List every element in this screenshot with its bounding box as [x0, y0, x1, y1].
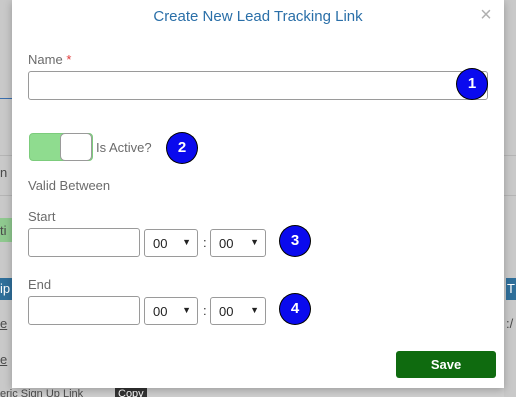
- background-copy-button: Copy: [115, 388, 147, 397]
- start-minute-value: 00: [219, 236, 234, 251]
- annotation-badge-4: 4: [280, 294, 310, 324]
- name-label: Name *: [28, 52, 71, 67]
- background-left-strip: [0, 0, 12, 397]
- create-lead-link-modal: Create New Lead Tracking Link × Name * 1…: [12, 0, 504, 388]
- background-text: T: [507, 281, 515, 296]
- close-icon[interactable]: ×: [477, 5, 495, 25]
- background-text: ti: [0, 223, 7, 238]
- start-hour-value: 00: [153, 236, 168, 251]
- start-minute-select[interactable]: 00 ▼: [210, 229, 266, 257]
- valid-between-label: Valid Between: [28, 178, 111, 193]
- background-row-line: [504, 195, 516, 196]
- background-link: e: [0, 316, 8, 331]
- background-row-line: [504, 155, 516, 156]
- end-date-input[interactable]: [28, 296, 140, 325]
- modal-title: Create New Lead Tracking Link: [153, 8, 363, 25]
- start-hour-select[interactable]: 00 ▼: [144, 229, 198, 257]
- annotation-badge-2: 2: [167, 133, 197, 163]
- background-row-line: [0, 195, 12, 196]
- end-minute-value: 00: [219, 304, 234, 319]
- start-date-input[interactable]: [28, 228, 140, 257]
- end-hour-select[interactable]: 00 ▼: [144, 297, 198, 325]
- start-label: Start: [28, 209, 56, 224]
- background-row-line: [0, 155, 12, 156]
- chevron-down-icon: ▼: [250, 305, 259, 315]
- chevron-down-icon: ▼: [250, 237, 259, 247]
- end-hour-value: 00: [153, 304, 168, 319]
- required-asterisk: *: [66, 52, 72, 67]
- end-minute-select[interactable]: 00 ▼: [210, 297, 266, 325]
- annotation-badge-1: 1: [457, 69, 487, 99]
- end-label: End: [28, 277, 52, 292]
- chevron-down-icon: ▼: [182, 305, 191, 315]
- background-text: eric Sign Up Link: [0, 388, 84, 397]
- is-active-label: Is Active?: [96, 140, 152, 155]
- time-separator: :: [203, 235, 207, 250]
- background-text: n: [0, 165, 8, 180]
- background-right-strip: [504, 0, 516, 397]
- annotation-badge-3: 3: [280, 226, 310, 256]
- background-text: ip: [0, 281, 11, 296]
- name-label-text: Name: [28, 52, 63, 67]
- save-button[interactable]: Save: [396, 351, 496, 378]
- toggle-knob: [60, 133, 92, 161]
- background-link: e: [0, 352, 8, 367]
- background-text: :/: [506, 316, 514, 331]
- name-input[interactable]: [28, 71, 488, 100]
- time-separator: :: [203, 303, 207, 318]
- chevron-down-icon: ▼: [182, 237, 191, 247]
- is-active-toggle[interactable]: [29, 133, 93, 161]
- background-blue-line: [0, 98, 12, 99]
